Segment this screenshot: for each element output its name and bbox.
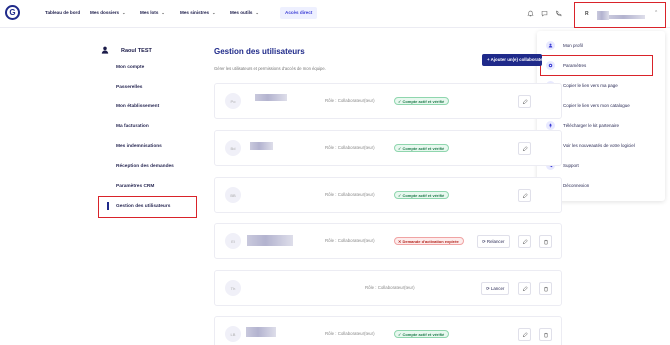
- page-subtitle: Gérer les utilisateurs et permissions d'…: [214, 66, 326, 71]
- edit-button[interactable]: [518, 282, 531, 295]
- avatar: El: [225, 233, 241, 249]
- rocket-icon: [546, 120, 555, 130]
- avatar: LB: [225, 326, 241, 342]
- user-role: Rôle : Collaborateur(teur): [325, 192, 375, 197]
- bell-icon[interactable]: [527, 10, 534, 17]
- user-role: Rôle : Collaborateur(teur): [325, 238, 375, 243]
- user-name-blurred: [255, 94, 287, 101]
- avatar: Bd: [225, 140, 241, 156]
- user-role: Rôle : Collaborateur(teur): [325, 98, 375, 103]
- status-badge: ✓ Compte actif et vérifié: [394, 330, 450, 338]
- avatar: Po: [225, 93, 241, 109]
- message-icon[interactable]: [541, 10, 548, 17]
- delete-button[interactable]: [539, 235, 552, 248]
- app-logo[interactable]: G: [5, 5, 20, 20]
- edit-icon: [522, 192, 528, 198]
- user-name-blurred: [247, 235, 293, 246]
- chevron-up-icon: ⌃: [654, 10, 659, 16]
- user-icon: [546, 40, 555, 50]
- user-name-blurred: [597, 11, 609, 20]
- edit-button[interactable]: [518, 142, 531, 155]
- sidebar-item-mon-etablissement[interactable]: Mon établissement: [116, 104, 159, 109]
- edit-button[interactable]: [518, 95, 531, 108]
- nav-mes-lots[interactable]: Mes lots ⌄: [140, 10, 165, 15]
- launch-button[interactable]: ⟳ Lancer: [481, 282, 510, 295]
- user-card: BB Rôle : Collaborateur(teur) ✓ Compte a…: [214, 177, 562, 213]
- quick-access-button[interactable]: Accès direct: [280, 7, 318, 19]
- edit-icon: [522, 285, 528, 291]
- edit-icon: [522, 145, 528, 151]
- add-collaborator-button[interactable]: + Ajouter un(e) collaborateur: [482, 54, 542, 66]
- status-badge: ✕ Demande d'activation expirée: [394, 237, 464, 245]
- nav-mes-sinistres[interactable]: Mes sinistres ⌄: [180, 10, 215, 15]
- user-menu-toggle[interactable]: R ⌃: [574, 2, 666, 28]
- status-badge: ✓ Compte actif et vérifié: [394, 97, 450, 105]
- user-role: Rôle : Collaborateur(teur): [365, 285, 415, 290]
- avatar: Th: [225, 280, 241, 296]
- avatar: BB: [225, 187, 241, 203]
- user-card: Po Rôle : Collaborateur(teur) ✓ Compte a…: [214, 83, 562, 119]
- user-icon: [101, 46, 109, 54]
- status-badge: ✓ Compte actif et vérifié: [394, 191, 450, 199]
- edit-button[interactable]: [518, 328, 531, 341]
- sidebar-item-mes-indemnisations[interactable]: Mes indemnisations: [116, 144, 162, 149]
- user-initial: R: [585, 11, 589, 17]
- user-role: Rôle : Collaborateur(teur): [325, 145, 375, 150]
- sidebar-item-parametres-crm[interactable]: Paramètres CRM: [116, 184, 154, 189]
- sidebar-item-ma-facturation[interactable]: Ma facturation: [116, 124, 149, 129]
- trash-icon: [543, 286, 548, 291]
- nav-mes-outils[interactable]: Mes outils ⌄: [230, 10, 259, 15]
- top-navigation-bar: G Tableau de bord Mes dossiers ⌄ Mes lots…: [0, 0, 670, 28]
- user-card: LB Rôle : Collaborateur(teur) ✓ Compte a…: [214, 316, 562, 345]
- nav-tableau-de-bord[interactable]: Tableau de bord: [45, 10, 80, 15]
- user-name-blurred: [246, 327, 276, 337]
- edit-icon: [522, 238, 528, 244]
- sidebar-item-passerelles[interactable]: Passerelles: [116, 85, 142, 90]
- user-role: Rôle : Collaborateur(teur): [325, 331, 375, 336]
- phone-icon[interactable]: [555, 10, 562, 17]
- nav-mes-dossiers[interactable]: Mes dossiers ⌄: [90, 10, 125, 15]
- resend-button[interactable]: ⟳ Relancer: [477, 235, 510, 248]
- edit-button[interactable]: [518, 189, 531, 202]
- status-badge: ✓ Compte actif et vérifié: [394, 144, 450, 152]
- edit-icon: [522, 331, 528, 337]
- chevron-down-icon: ⌄: [255, 10, 259, 15]
- page-title: Gestion des utilisateurs: [214, 47, 305, 56]
- user-card: Th Rôle : Collaborateur(teur) ⟳ Lancer: [214, 270, 562, 306]
- active-indicator: [107, 202, 109, 210]
- edit-icon: [522, 98, 528, 104]
- chevron-down-icon: ⌄: [122, 10, 126, 15]
- delete-button[interactable]: [539, 328, 552, 341]
- user-card: El Rôle : Collaborateur(teur) ✕ Demande …: [214, 223, 562, 259]
- menu-item-mon-profil[interactable]: Mon profil: [543, 37, 659, 53]
- chevron-down-icon: ⌄: [212, 10, 216, 15]
- profile-name: Raoul TEST: [121, 48, 152, 54]
- trash-icon: [543, 332, 548, 337]
- chevron-down-icon: ⌄: [161, 10, 165, 15]
- delete-button[interactable]: [539, 282, 552, 295]
- edit-button[interactable]: [518, 235, 531, 248]
- refresh-icon: ⟳: [486, 286, 490, 291]
- trash-icon: [543, 239, 548, 244]
- highlight-parametres: [540, 55, 653, 76]
- user-email-blurred: [609, 15, 645, 19]
- sidebar-item-gestion-utilisateurs[interactable]: Gestion des utilisateurs: [116, 204, 170, 209]
- sidebar-item-mon-compte[interactable]: Mon compte: [116, 65, 144, 70]
- user-card: Bd Rôle : Collaborateur(teur) ✓ Compte a…: [214, 130, 562, 166]
- user-name-blurred: [250, 142, 273, 150]
- sidebar-item-reception-demandes[interactable]: Réception des demandes: [116, 164, 174, 169]
- refresh-icon: ⟳: [482, 239, 486, 244]
